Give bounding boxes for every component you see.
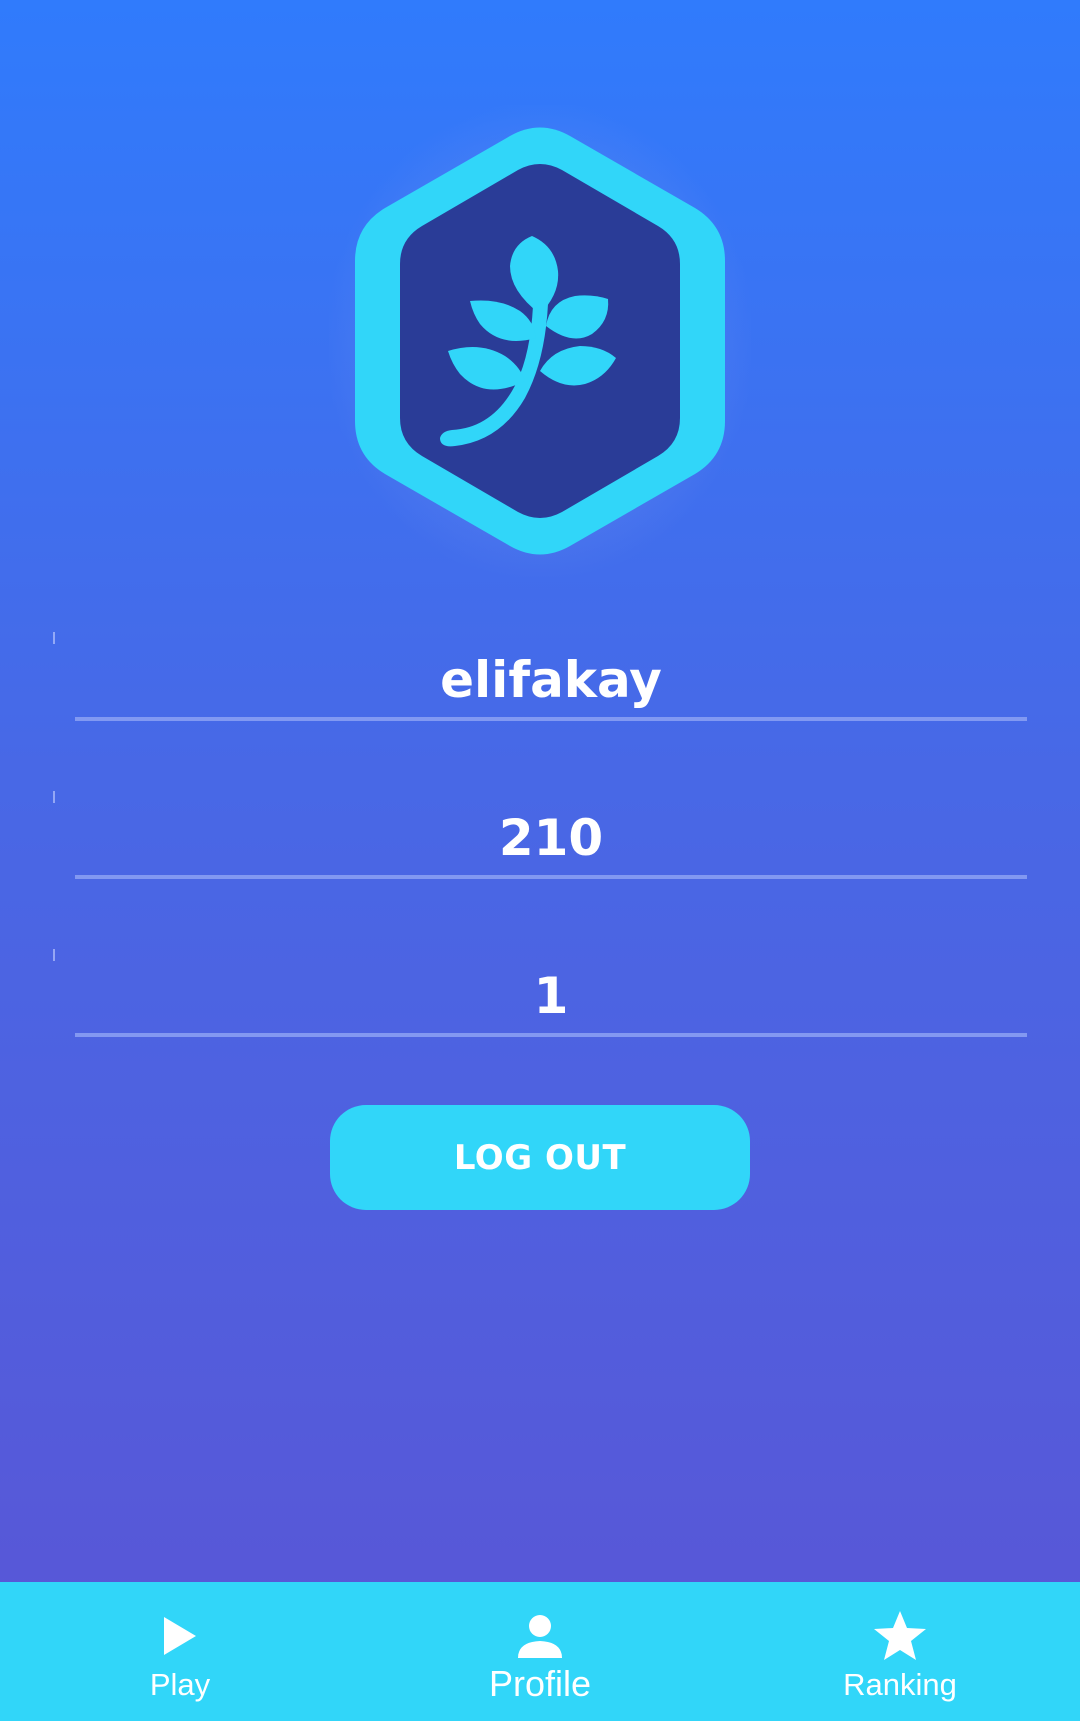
play-icon xyxy=(160,1610,200,1662)
person-icon xyxy=(516,1610,564,1662)
text-cursor-mark xyxy=(53,632,55,644)
level-value: 1 xyxy=(533,967,569,1025)
profile-badge xyxy=(329,105,751,577)
score-field[interactable]: 210 xyxy=(75,803,1027,879)
nav-item-ranking[interactable]: Ranking xyxy=(720,1582,1080,1721)
nav-label-play: Play xyxy=(149,1667,211,1702)
text-cursor-mark xyxy=(53,949,55,961)
bottom-navigation: Play Profile Ranking xyxy=(0,1582,1080,1721)
username-value: elifakay xyxy=(440,651,662,709)
nav-label-profile: Profile xyxy=(488,1663,592,1704)
nav-item-play[interactable]: Play xyxy=(0,1582,360,1721)
nav-item-profile[interactable]: Profile xyxy=(360,1582,720,1721)
level-field[interactable]: 1 xyxy=(75,961,1027,1037)
username-field[interactable]: elifakay xyxy=(75,645,1027,721)
logout-button[interactable]: LOG OUT xyxy=(330,1105,750,1210)
leaf-badge-icon xyxy=(355,127,725,555)
score-value: 210 xyxy=(498,809,604,867)
nav-label-ranking: Ranking xyxy=(843,1667,957,1702)
text-cursor-mark xyxy=(53,791,55,803)
star-icon xyxy=(873,1610,927,1662)
